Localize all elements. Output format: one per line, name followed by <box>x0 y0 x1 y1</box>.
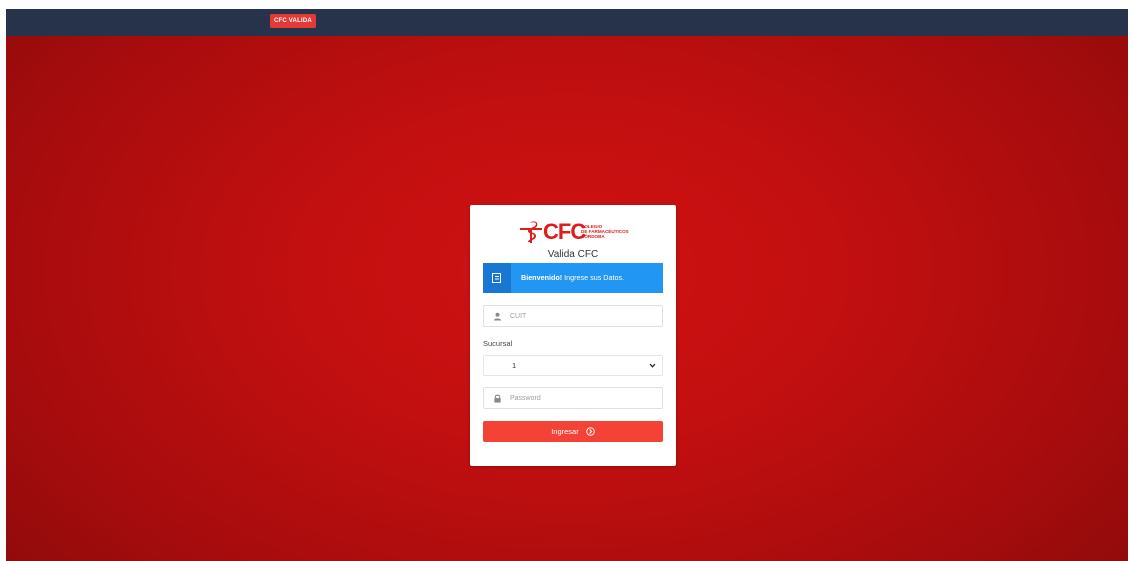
notepad-icon <box>492 273 501 283</box>
cfc-logo: CFC COLEGIO DE FARMACÉUTICOS CÓRDOBA <box>518 219 634 245</box>
cuit-field <box>483 305 663 327</box>
app-window: CFC VALIDA CFC COLEGIO DE FARMACÉUTICOS … <box>6 9 1128 561</box>
password-input[interactable] <box>510 388 660 408</box>
submit-label: Ingresar <box>551 427 579 436</box>
brand-badge[interactable]: CFC VALIDA <box>270 14 316 28</box>
login-submit-button[interactable]: Ingresar <box>483 421 663 442</box>
caduceus-icon <box>520 221 542 243</box>
alert-text: Bienvenido! Ingrese sus Datos. <box>521 263 624 293</box>
alert-message: Ingrese sus Datos. <box>562 273 625 282</box>
cuit-input[interactable] <box>510 306 660 326</box>
alert-icon-box <box>483 263 511 293</box>
circle-arrow-right-icon <box>586 426 595 436</box>
logo-wordmark: CFC <box>543 219 586 244</box>
sucursal-label: Sucursal <box>483 339 513 348</box>
top-navbar: CFC VALIDA <box>6 9 1128 36</box>
app-title: Valida CFC <box>547 249 599 260</box>
logo-subtitle: COLEGIO DE FARMACÉUTICOS CÓRDOBA <box>581 224 629 239</box>
page-background: CFC COLEGIO DE FARMACÉUTICOS CÓRDOBA Val… <box>6 36 1128 561</box>
login-card: CFC COLEGIO DE FARMACÉUTICOS CÓRDOBA Val… <box>470 205 676 466</box>
sucursal-select[interactable]: 1 <box>483 355 663 376</box>
alert-bold: Bienvenido! <box>521 273 563 282</box>
sucursal-selected-value: 1 <box>512 361 517 370</box>
user-icon <box>493 312 502 321</box>
logo-sub-line: CÓRDOBA <box>581 234 605 239</box>
password-field <box>483 387 663 409</box>
chevron-down-icon <box>649 363 656 368</box>
welcome-alert: Bienvenido! Ingrese sus Datos. <box>483 263 663 293</box>
lock-icon <box>494 394 501 403</box>
